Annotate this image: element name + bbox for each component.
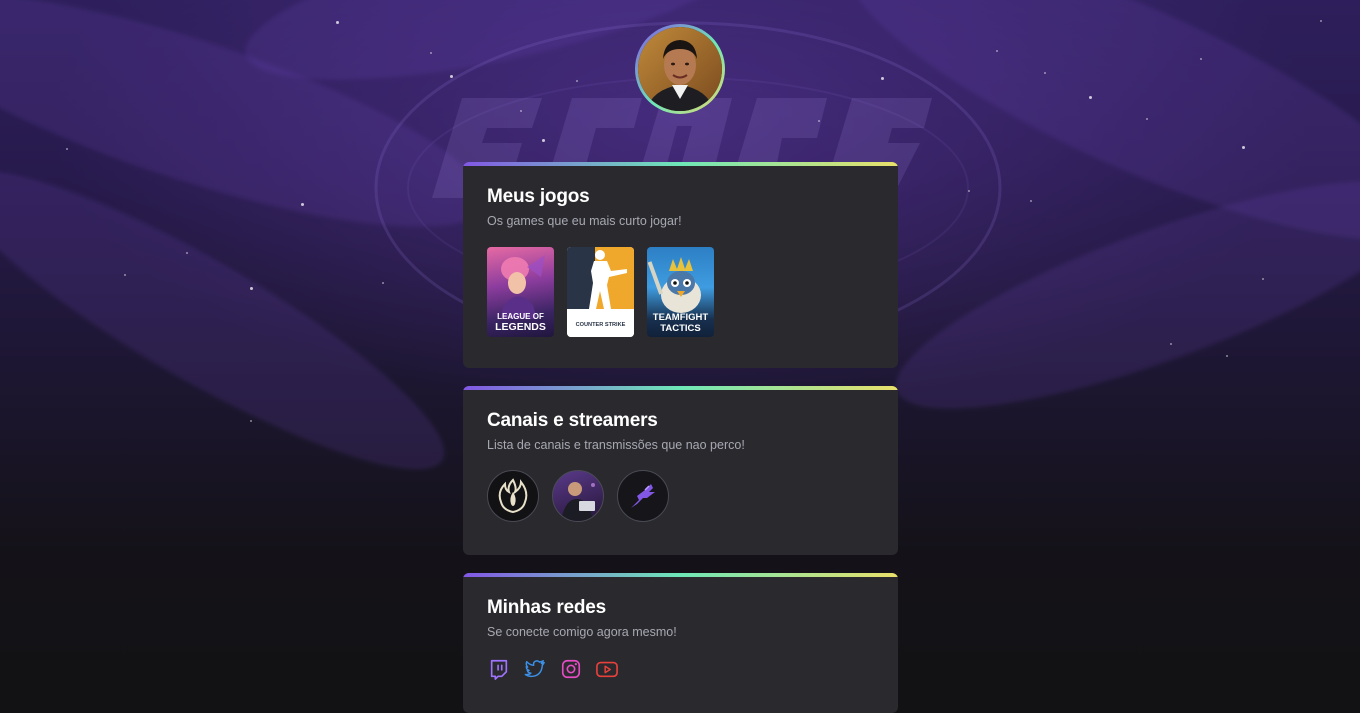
- channels-subtitle: Lista de canais e transmissões que nao p…: [487, 438, 745, 452]
- youtube-icon: [596, 661, 618, 678]
- games-subtitle: Os games que eu mais curto jogar!: [487, 214, 682, 228]
- socials-list: [487, 657, 874, 681]
- profile-page: Meus jogos Os games que eu mais curto jo…: [0, 0, 1360, 713]
- instagram-icon: [561, 659, 581, 679]
- twitter-icon: [524, 660, 545, 678]
- channel-streamer-photo[interactable]: [552, 470, 604, 522]
- channel-flame-logo[interactable]: [487, 470, 539, 522]
- game-caption-line2: LEGENDS: [495, 320, 546, 333]
- game-league-of-legends[interactable]: LEAGUE OF LEGENDS: [487, 247, 554, 337]
- instagram-link[interactable]: [559, 657, 583, 681]
- games-list: LEAGUE OF LEGENDS COUNTER STRIKE TEAMFIG…: [487, 247, 874, 337]
- avatar-photo: [638, 27, 722, 111]
- games-card: Meus jogos Os games que eu mais curto jo…: [463, 162, 898, 368]
- game-teamfight-tactics[interactable]: TEAMFIGHT TACTICS: [647, 247, 714, 337]
- games-title: Meus jogos: [487, 186, 590, 207]
- game-counter-strike[interactable]: COUNTER STRIKE: [567, 247, 634, 337]
- channels-card: Canais e streamers Lista de canais e tra…: [463, 386, 898, 555]
- game-caption-line1: COUNTER STRIKE: [575, 322, 626, 329]
- socials-card: Minhas redes Se conecte comigo agora mes…: [463, 573, 898, 713]
- game-caption-line2: TACTICS: [660, 322, 701, 334]
- game-caption-line1: LEAGUE OF: [497, 312, 544, 321]
- twitter-link[interactable]: [523, 657, 547, 681]
- bird-icon: [631, 484, 655, 508]
- channel-bird-logo[interactable]: [617, 470, 669, 522]
- channels-title: Canais e streamers: [487, 410, 658, 431]
- flame-icon: [498, 478, 528, 514]
- socials-title: Minhas redes: [487, 597, 607, 618]
- twitch-icon: [490, 659, 508, 680]
- socials-subtitle: Se conecte comigo agora mesmo!: [487, 625, 677, 639]
- game-caption-line1: TEAMFIGHT: [652, 311, 709, 323]
- twitch-link[interactable]: [487, 657, 511, 681]
- youtube-link[interactable]: [595, 657, 619, 681]
- channels-list: [487, 470, 874, 522]
- streamer-avatar: [561, 482, 595, 521]
- avatar: [635, 24, 725, 114]
